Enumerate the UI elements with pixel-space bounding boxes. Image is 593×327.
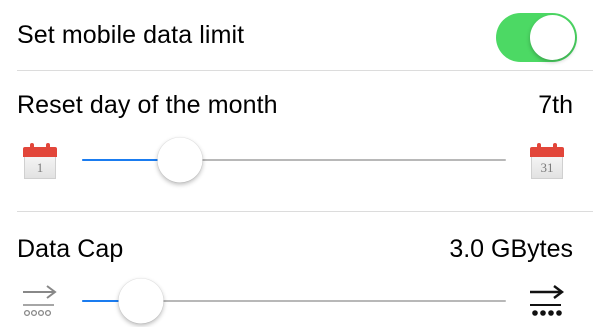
- data-cap-value: 3.0 GBytes: [449, 235, 573, 263]
- data-cap-label: Data Cap: [17, 235, 124, 263]
- reset-day-value: 7th: [538, 91, 573, 119]
- reset-day-row: Reset day of the month 7th 1 31: [0, 71, 593, 211]
- calendar-icon: 31: [530, 143, 564, 181]
- calendar-icon: 1: [23, 143, 57, 181]
- reset-day-slider[interactable]: [82, 137, 506, 183]
- calendar-end-day: 31: [531, 157, 563, 179]
- calendar-start-day: 1: [24, 157, 56, 179]
- slider-thumb[interactable]: [118, 278, 164, 324]
- reset-day-label: Reset day of the month: [17, 91, 278, 119]
- mobile-data-limit-label: Set mobile data limit: [17, 21, 245, 49]
- toggle-knob: [530, 15, 575, 60]
- data-cap-slider[interactable]: [82, 278, 506, 324]
- arrow-dotted-light-icon: [23, 285, 57, 317]
- slider-thumb[interactable]: [157, 137, 203, 183]
- mobile-data-limit-row: Set mobile data limit: [0, 0, 593, 70]
- data-cap-row: Data Cap 3.0 GBytes: [0, 212, 593, 327]
- mobile-data-limit-toggle[interactable]: [496, 13, 577, 62]
- arrow-dotted-dark-icon: [530, 285, 564, 316]
